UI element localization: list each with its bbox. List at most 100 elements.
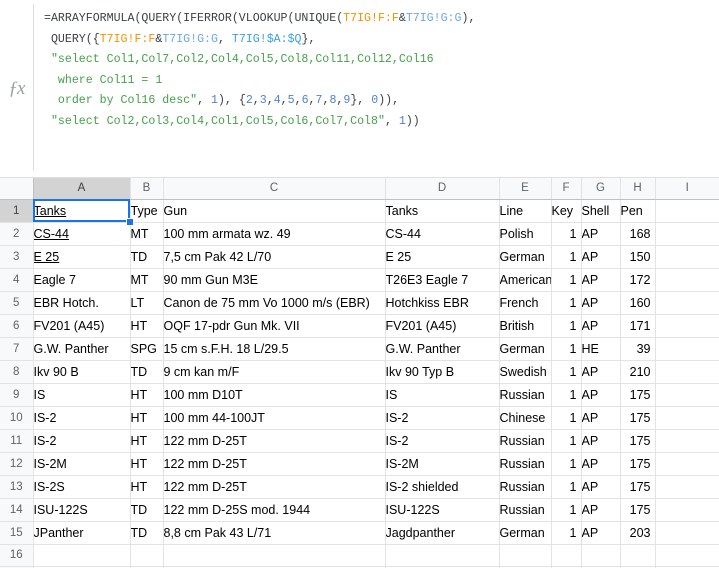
cell-H11[interactable]: 175	[620, 429, 656, 453]
cell-B10[interactable]: HT	[130, 406, 164, 430]
cell-F9[interactable]: 1	[551, 383, 582, 407]
column-header-f[interactable]: F	[551, 178, 582, 200]
cell-C1[interactable]: Gun	[163, 199, 386, 223]
cell-I12[interactable]	[655, 452, 719, 476]
row-header-4[interactable]: 4	[0, 268, 34, 292]
cell-A9[interactable]: IS	[33, 383, 131, 407]
cell-G14[interactable]: AP	[581, 498, 621, 522]
row-header-16[interactable]: 16	[0, 544, 34, 567]
cell-G11[interactable]: AP	[581, 429, 621, 453]
cell-F12[interactable]: 1	[551, 452, 582, 476]
cell-C8[interactable]: 9 cm kan m/F	[163, 360, 386, 384]
cell-H5[interactable]: 160	[620, 291, 656, 315]
cell-E6[interactable]: British	[499, 314, 552, 338]
cell-F7[interactable]: 1	[551, 337, 582, 361]
cell-G16[interactable]	[581, 544, 621, 567]
cell-I13[interactable]	[655, 475, 719, 499]
cell-I4[interactable]	[655, 268, 719, 292]
cell-A1[interactable]: Tanks	[33, 199, 131, 223]
cell-G5[interactable]: AP	[581, 291, 621, 315]
cell-G3[interactable]: AP	[581, 245, 621, 269]
cell-D5[interactable]: Hotchkiss EBR	[385, 291, 500, 315]
cell-A8[interactable]: Ikv 90 B	[33, 360, 131, 384]
cell-A12[interactable]: IS-2M	[33, 452, 131, 476]
cell-H10[interactable]: 175	[620, 406, 656, 430]
cell-F10[interactable]: 1	[551, 406, 582, 430]
cell-C5[interactable]: Canon de 75 mm Vo 1000 m/s (EBR)	[163, 291, 386, 315]
cell-G7[interactable]: HE	[581, 337, 621, 361]
row-header-15[interactable]: 15	[0, 521, 34, 545]
cell-D8[interactable]: Ikv 90 Typ B	[385, 360, 500, 384]
formula-input[interactable]: =ARRAYFORMULA(QUERY(IFERROR(VLOOKUP(UNIQ…	[34, 0, 719, 177]
cell-H2[interactable]: 168	[620, 222, 656, 246]
cell-D16[interactable]	[385, 544, 500, 567]
row-header-5[interactable]: 5	[0, 291, 34, 315]
cell-H4[interactable]: 172	[620, 268, 656, 292]
cell-H1[interactable]: Pen	[620, 199, 656, 223]
cell-I5[interactable]	[655, 291, 719, 315]
cell-A10[interactable]: IS-2	[33, 406, 131, 430]
cell-G15[interactable]: AP	[581, 521, 621, 545]
cell-D15[interactable]: Jagdpanther	[385, 521, 500, 545]
cell-C11[interactable]: 122 mm D-25T	[163, 429, 386, 453]
cell-D13[interactable]: IS-2 shielded	[385, 475, 500, 499]
cell-link[interactable]: Tanks	[34, 204, 67, 218]
cell-C6[interactable]: OQF 17-pdr Gun Mk. VII	[163, 314, 386, 338]
cell-D12[interactable]: IS-2M	[385, 452, 500, 476]
cell-A11[interactable]: IS-2	[33, 429, 131, 453]
cell-F13[interactable]: 1	[551, 475, 582, 499]
cell-F5[interactable]: 1	[551, 291, 582, 315]
column-header-i[interactable]: I	[655, 178, 719, 200]
cell-B8[interactable]: TD	[130, 360, 164, 384]
cell-F3[interactable]: 1	[551, 245, 582, 269]
cell-G12[interactable]: AP	[581, 452, 621, 476]
cell-G9[interactable]: AP	[581, 383, 621, 407]
cell-D9[interactable]: IS	[385, 383, 500, 407]
cell-D7[interactable]: G.W. Panther	[385, 337, 500, 361]
cell-H16[interactable]	[620, 544, 656, 567]
cell-D11[interactable]: IS-2	[385, 429, 500, 453]
cell-G10[interactable]: AP	[581, 406, 621, 430]
cell-H9[interactable]: 175	[620, 383, 656, 407]
cell-A15[interactable]: JPanther	[33, 521, 131, 545]
cell-E13[interactable]: Russian	[499, 475, 552, 499]
cell-B1[interactable]: Type	[130, 199, 164, 223]
cell-I16[interactable]	[655, 544, 719, 567]
cell-C4[interactable]: 90 mm Gun M3E	[163, 268, 386, 292]
column-header-d[interactable]: D	[385, 178, 500, 200]
cell-B13[interactable]: HT	[130, 475, 164, 499]
cell-C2[interactable]: 100 mm armata wz. 49	[163, 222, 386, 246]
cell-C7[interactable]: 15 cm s.F.H. 18 L/29.5	[163, 337, 386, 361]
cell-H7[interactable]: 39	[620, 337, 656, 361]
sheet-grid[interactable]: ABCDEFGHI 1 Tanks Type Gun Tanks Line Key Shell…	[0, 178, 719, 568]
cell-E15[interactable]: German	[499, 521, 552, 545]
cell-H6[interactable]: 171	[620, 314, 656, 338]
cell-G2[interactable]: AP	[581, 222, 621, 246]
column-header-e[interactable]: E	[499, 178, 552, 200]
cell-B7[interactable]: SPG	[130, 337, 164, 361]
cell-C16[interactable]	[163, 544, 386, 567]
cell-E16[interactable]	[499, 544, 552, 567]
select-all-corner[interactable]	[0, 178, 34, 200]
cell-E3[interactable]: German	[499, 245, 552, 269]
cell-A7[interactable]: G.W. Panther	[33, 337, 131, 361]
row-header-11[interactable]: 11	[0, 429, 34, 453]
cell-G4[interactable]: AP	[581, 268, 621, 292]
cell-F8[interactable]: 1	[551, 360, 582, 384]
cell-B14[interactable]: TD	[130, 498, 164, 522]
cell-A3[interactable]: E 25	[33, 245, 131, 269]
cell-B12[interactable]: HT	[130, 452, 164, 476]
column-header-h[interactable]: H	[620, 178, 656, 200]
cell-D4[interactable]: T26E3 Eagle 7	[385, 268, 500, 292]
cell-E4[interactable]: American	[499, 268, 552, 292]
cell-I3[interactable]	[655, 245, 719, 269]
row-header-12[interactable]: 12	[0, 452, 34, 476]
row-header-14[interactable]: 14	[0, 498, 34, 522]
cell-A5[interactable]: EBR Hotch.	[33, 291, 131, 315]
cell-E2[interactable]: Polish	[499, 222, 552, 246]
cell-B11[interactable]: HT	[130, 429, 164, 453]
cell-I2[interactable]	[655, 222, 719, 246]
cell-A2[interactable]: CS-44	[33, 222, 131, 246]
cell-C10[interactable]: 100 mm 44-100JT	[163, 406, 386, 430]
row-header-6[interactable]: 6	[0, 314, 34, 338]
